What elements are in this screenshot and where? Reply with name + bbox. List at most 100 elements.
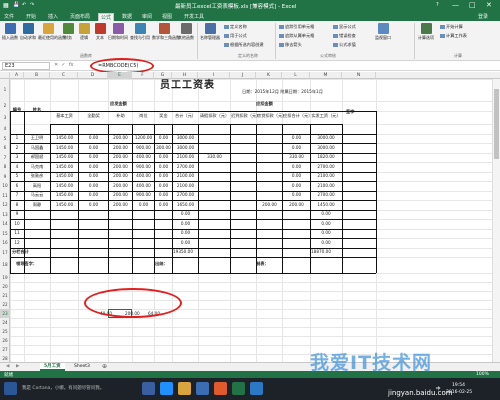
calculate-sheet-button[interactable]: 计算工作表: [440, 33, 467, 39]
row-header[interactable]: 6: [0, 143, 10, 153]
row-header[interactable]: 15: [0, 229, 10, 239]
row-header[interactable]: 27: [0, 345, 10, 354]
sheet-tab[interactable]: Sheet3: [70, 363, 94, 371]
row-header[interactable]: 26: [0, 336, 10, 345]
column-header[interactable]: H: [172, 72, 198, 79]
add-sheet-icon[interactable]: ⊕: [98, 363, 111, 371]
undo-icon[interactable]: ↶: [22, 2, 26, 8]
datetime-button[interactable]: 日期和时间: [108, 23, 128, 40]
row-header[interactable]: 24: [0, 318, 10, 327]
sheet-tab-active[interactable]: 5月工资: [40, 363, 65, 371]
row-header[interactable]: 17: [0, 248, 10, 258]
column-header[interactable]: G: [154, 72, 172, 79]
row-header[interactable]: 10: [0, 181, 10, 191]
row-header[interactable]: 22: [0, 300, 10, 309]
insert-function-button[interactable]: 插入函数: [2, 23, 18, 40]
column-header[interactable]: J: [230, 72, 256, 79]
row-header-selected[interactable]: 23: [0, 309, 10, 318]
word-taskbar-icon[interactable]: [250, 382, 263, 395]
help-button[interactable]: ?: [436, 2, 439, 8]
create-from-selection-button[interactable]: 根据所选内容创建: [224, 42, 264, 48]
row-header[interactable]: 3: [0, 111, 10, 124]
column-header[interactable]: D: [78, 72, 108, 79]
row-header[interactable]: 11: [0, 191, 10, 201]
row-header[interactable]: 20: [0, 282, 10, 291]
spreadsheet-grid[interactable]: 员工工资表 日期：2015年12月 附属日期：2015年1月 编号 姓名 应发金额 应扣金…: [10, 79, 496, 369]
fx-icon[interactable]: fx: [69, 62, 74, 68]
tab-home[interactable]: 开始: [26, 13, 36, 20]
column-header-selected[interactable]: E: [108, 72, 132, 79]
row-header[interactable]: 12: [0, 200, 10, 210]
text-button[interactable]: 文本: [92, 23, 108, 40]
redo-icon[interactable]: ↷: [30, 2, 34, 8]
row-header[interactable]: 25: [0, 327, 10, 336]
finance-button[interactable]: 财务: [60, 23, 76, 40]
row-header[interactable]: 19: [0, 273, 10, 282]
maximize-button[interactable]: □: [469, 1, 476, 9]
row-header[interactable]: 8: [0, 162, 10, 172]
autosum-button[interactable]: 自动求和: [20, 23, 36, 40]
calculate-now-button[interactable]: 开始计算: [440, 24, 463, 30]
tab-page-layout[interactable]: 页面布局: [70, 13, 90, 20]
error-checking-button[interactable]: 错误检查: [333, 33, 356, 39]
explorer-icon[interactable]: [178, 382, 191, 395]
row-header[interactable]: 1: [0, 79, 10, 101]
remove-arrows-button[interactable]: 移去箭头: [279, 42, 302, 48]
tab-formulas[interactable]: 公式: [98, 13, 115, 21]
close-button[interactable]: ✕: [486, 1, 492, 9]
trace-precedents-button[interactable]: 追踪引用单元格: [279, 24, 314, 30]
more-functions-button[interactable]: 其他函数: [178, 23, 194, 40]
column-header[interactable]: B: [24, 72, 50, 79]
watch-window-button[interactable]: 监视窗口: [374, 23, 392, 40]
tab-review[interactable]: 审阅: [142, 13, 152, 20]
vertical-scrollbar[interactable]: [492, 79, 500, 362]
column-header[interactable]: M: [310, 72, 342, 79]
row-header[interactable]: 2: [0, 101, 10, 111]
column-header[interactable]: A: [10, 72, 24, 79]
column-header[interactable]: F: [132, 72, 154, 79]
row-header[interactable]: 18: [0, 257, 10, 273]
cancel-icon[interactable]: ✕: [54, 62, 58, 68]
tab-developer[interactable]: 开发工具: [184, 13, 204, 20]
row-header[interactable]: 5: [0, 134, 10, 144]
start-icon[interactable]: [4, 382, 17, 395]
row-header[interactable]: 4: [0, 124, 10, 134]
cortana-search-box[interactable]: 我是 Cortana，小娜。有问题尽管问我。: [22, 385, 104, 391]
use-in-formula-button[interactable]: 用于公式: [224, 33, 247, 39]
zoom-level[interactable]: 100%: [476, 372, 489, 377]
trace-dependents-button[interactable]: 追踪从属单元格: [279, 33, 314, 39]
row-header[interactable]: 9: [0, 172, 10, 182]
row-header[interactable]: 13: [0, 210, 10, 220]
tab-login[interactable]: 登录: [478, 13, 488, 20]
select-all-corner[interactable]: [0, 72, 10, 79]
name-manager-button[interactable]: 名称管理器: [200, 23, 220, 40]
recent-functions-button[interactable]: 最近使用的函数: [38, 23, 66, 40]
scroll-thumb[interactable]: [494, 89, 499, 159]
row-header[interactable]: 21: [0, 291, 10, 300]
row-header[interactable]: 14: [0, 219, 10, 229]
row-header[interactable]: 16: [0, 238, 10, 248]
tab-view[interactable]: 视图: [162, 13, 172, 20]
tab-file[interactable]: 文件: [4, 13, 14, 20]
row-header[interactable]: 7: [0, 153, 10, 163]
excel-taskbar-icon[interactable]: [232, 382, 245, 395]
tab-data[interactable]: 数据: [122, 13, 132, 20]
minimize-button[interactable]: —: [452, 1, 459, 9]
column-header[interactable]: N: [342, 72, 376, 79]
show-formulas-button[interactable]: 显示公式: [333, 24, 356, 30]
name-box[interactable]: E23: [2, 62, 50, 70]
save-icon[interactable]: 💾: [13, 2, 19, 8]
column-header[interactable]: K: [256, 72, 282, 79]
evaluate-formula-button[interactable]: 公式求值: [333, 42, 356, 48]
enter-icon[interactable]: ✓: [61, 62, 65, 68]
define-name-button[interactable]: 定义名称: [224, 24, 247, 30]
sheet-nav-next-icon[interactable]: ▶: [12, 363, 23, 371]
column-header[interactable]: I: [198, 72, 230, 79]
lookup-button[interactable]: 查找与引用: [130, 23, 150, 40]
tab-insert[interactable]: 插入: [48, 13, 58, 20]
browser-icon[interactable]: [214, 382, 227, 395]
logic-button[interactable]: 逻辑: [76, 23, 92, 40]
edge-icon[interactable]: [160, 382, 173, 395]
calc-options-button[interactable]: 计算选项: [417, 23, 435, 40]
task-view-icon[interactable]: [142, 382, 155, 395]
